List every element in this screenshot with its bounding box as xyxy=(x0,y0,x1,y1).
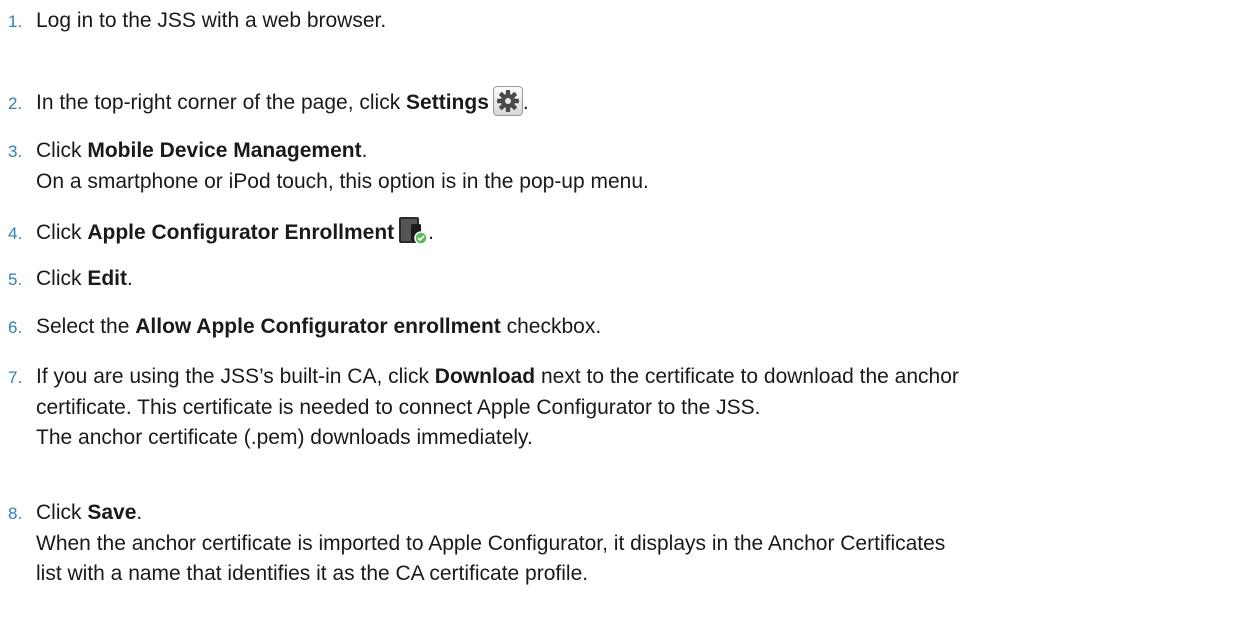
device-enrollment-icon xyxy=(398,215,428,245)
step-8: 8. Click Save. When the anchor certificat… xyxy=(8,498,945,589)
step-text: Click xyxy=(36,221,88,244)
step-note: On a smartphone or iPod touch, this opti… xyxy=(36,170,649,193)
step-number: 8. xyxy=(8,504,23,523)
step-note: When the anchor certificate is imported … xyxy=(36,532,946,555)
step-2: 2. In the top-right corner of the page, c… xyxy=(8,86,529,119)
step-text: Log in to the JSS with a web browser. xyxy=(36,9,387,32)
step-text-end: next to the certificate to download the … xyxy=(535,365,959,388)
ui-term: Edit xyxy=(87,267,128,290)
step-text: Click xyxy=(36,267,88,290)
step-number: 2. xyxy=(8,94,23,113)
step-text-end: . xyxy=(136,501,143,524)
step-7: 7. If you are using the JSS’s built-in CA… xyxy=(8,362,959,453)
ui-term: Download xyxy=(434,365,536,388)
step-6: 6. Select the Allow Apple Configurator en… xyxy=(8,312,601,343)
step-text-end: checkbox. xyxy=(500,315,602,338)
step-number: 4. xyxy=(8,224,23,243)
step-text-end: . xyxy=(522,91,529,114)
ui-term: Settings xyxy=(406,91,489,114)
step-5: 5. Click Edit. xyxy=(8,264,133,295)
step-text: In the top-right corner of the page, cli… xyxy=(36,91,407,114)
step-text-continued: certificate. This certificate is needed … xyxy=(36,396,761,419)
step-text-end: . xyxy=(361,139,368,162)
ui-term: Allow Apple Configurator enrollment xyxy=(135,315,501,338)
ui-term: Save xyxy=(87,501,137,524)
step-1: 1. Log in to the JSS with a web browser. xyxy=(8,6,386,37)
step-text-end: . xyxy=(127,267,133,290)
step-text: Click xyxy=(36,501,88,524)
step-number: 6. xyxy=(8,318,23,337)
ui-term: Apple Configurator Enrollment xyxy=(87,221,395,244)
step-text-end: . xyxy=(428,221,435,244)
step-text: Click xyxy=(36,139,88,162)
step-4: 4. Click Apple Configurator Enrollment. xyxy=(8,215,434,249)
step-text: If you are using the JSS’s built-in CA, … xyxy=(36,365,435,388)
step-note-continued: list with a name that identifies it as t… xyxy=(36,562,589,585)
step-3: 3. Click Mobile Device Management. On a s… xyxy=(8,136,649,197)
step-number: 5. xyxy=(8,270,23,289)
settings-gear-icon xyxy=(492,86,523,116)
step-number: 1. xyxy=(8,12,23,31)
ui-term: Mobile Device Management xyxy=(87,139,362,162)
step-number: 3. xyxy=(8,142,23,161)
step-number: 7. xyxy=(8,368,23,387)
step-note: The anchor certificate (.pem) downloads … xyxy=(36,426,533,449)
procedure-steps: 1. Log in to the JSS with a web browser. … xyxy=(0,0,1252,623)
step-text: Select the xyxy=(36,315,136,338)
